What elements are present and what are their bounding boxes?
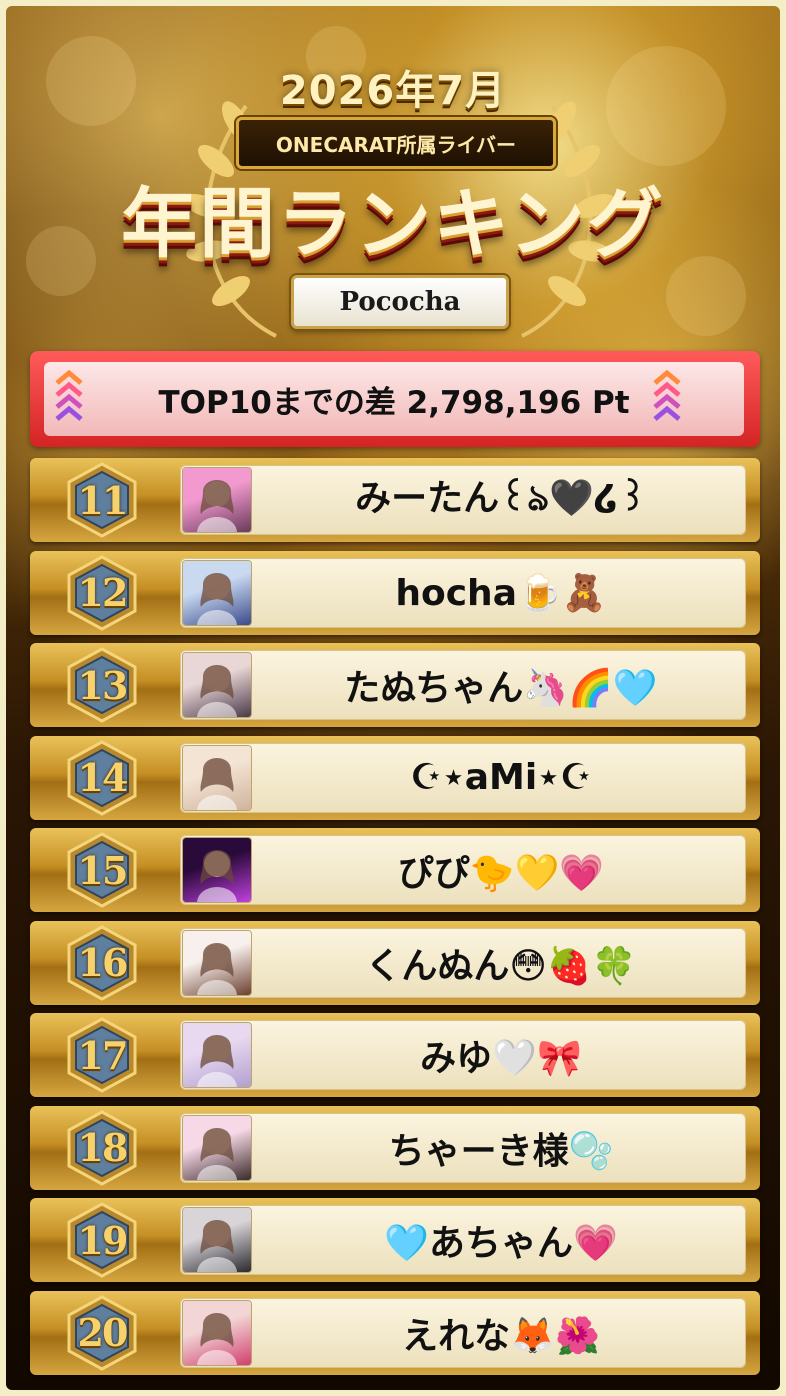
rank-number: 18	[77, 1125, 129, 1170]
liver-name: ぴぴ🐤💛💗	[397, 853, 605, 894]
avatar	[183, 1208, 251, 1272]
rank-number: 15	[77, 847, 129, 893]
liver-name: たぬちゃん🦄🌈🩵	[344, 668, 658, 709]
rank-number: 11	[77, 477, 129, 523]
avatar	[183, 1300, 251, 1365]
rank-number: 20	[77, 1310, 129, 1355]
ranking-row[interactable]: 17 みゆ🤍🎀	[30, 1013, 760, 1097]
gap-banner-text: TOP10までの差 2,798,196 Pt	[44, 362, 744, 436]
avatar	[183, 653, 251, 717]
ranking-row[interactable]: 15 ぴぴ🐤💛💗	[30, 828, 760, 912]
rank-badge: 16	[66, 924, 138, 1001]
rank-number: 19	[77, 1217, 129, 1263]
rank-badge: 12	[66, 554, 138, 631]
liver-name: ☪︎⋆aMi⋆☪︎	[409, 757, 593, 798]
ranking-row[interactable]: 18 ちゃーき様🫧	[30, 1105, 760, 1190]
gap-banner: TOP10までの差 2,798,196 Pt	[30, 351, 760, 447]
liver-name: ちゃーき様🫧	[388, 1130, 614, 1172]
rank-badge: 18	[66, 1109, 138, 1186]
ranking-row[interactable]: 11 みーたん꒰ঌ🖤໒꒱	[30, 458, 760, 542]
avatar	[183, 560, 251, 625]
chevron-up-right-icon	[652, 369, 682, 431]
rank-badge: 14	[66, 739, 138, 816]
year-month-title: 2026年7月	[279, 68, 507, 114]
liver-name: みゆ🤍🎀	[420, 1038, 582, 1079]
liver-name: 🩵あちゃん💗	[384, 1223, 618, 1264]
avatar	[183, 468, 251, 532]
avatar	[183, 930, 251, 995]
ranking-row[interactable]: 12 hocha🍺🧸	[30, 550, 760, 635]
ranking-row[interactable]: 20 えれな🦊🌺	[30, 1290, 760, 1375]
ranking-row[interactable]: 14 ☪︎⋆aMi⋆☪︎	[30, 735, 760, 820]
ranking-row[interactable]: 16 くんぬん😳🍓🍀	[30, 920, 760, 1005]
rank-badge: 13	[66, 647, 138, 723]
page-title: 年間ランキング	[121, 179, 665, 268]
avatar	[183, 1115, 251, 1180]
liver-name: えれな🦊🌺	[402, 1315, 600, 1357]
rank-badge: 19	[66, 1202, 138, 1278]
rank-badge: 15	[66, 832, 138, 908]
rank-badge: 11	[66, 462, 138, 538]
liver-name: みーたん꒰ঌ🖤໒꒱	[355, 478, 647, 519]
ranking-row[interactable]: 19 🩵あちゃん💗	[30, 1198, 760, 1282]
avatar	[183, 1023, 251, 1087]
liver-name: くんぬん😳🍓🍀	[365, 945, 637, 987]
rank-number: 14	[77, 755, 129, 800]
liver-name: hocha🍺🧸	[395, 572, 607, 614]
rank-number: 12	[77, 570, 129, 615]
rank-number: 16	[77, 940, 129, 985]
avatar	[183, 838, 251, 902]
ranking-row[interactable]: 13 たぬちゃん🦄🌈🩵	[30, 643, 760, 727]
platform-badge: Pococha	[291, 275, 509, 329]
rank-number: 17	[77, 1032, 129, 1078]
rank-number: 13	[77, 662, 129, 708]
chevron-up-left-icon	[54, 369, 84, 431]
ranking-list: 11 みーたん꒰ঌ🖤໒꒱ 12 hocha🍺🧸 13 たぬちゃん🦄🌈🩵 14 ☪…	[30, 458, 760, 1383]
avatar	[183, 745, 251, 810]
rank-badge: 17	[66, 1017, 138, 1093]
rank-badge: 20	[66, 1294, 138, 1371]
